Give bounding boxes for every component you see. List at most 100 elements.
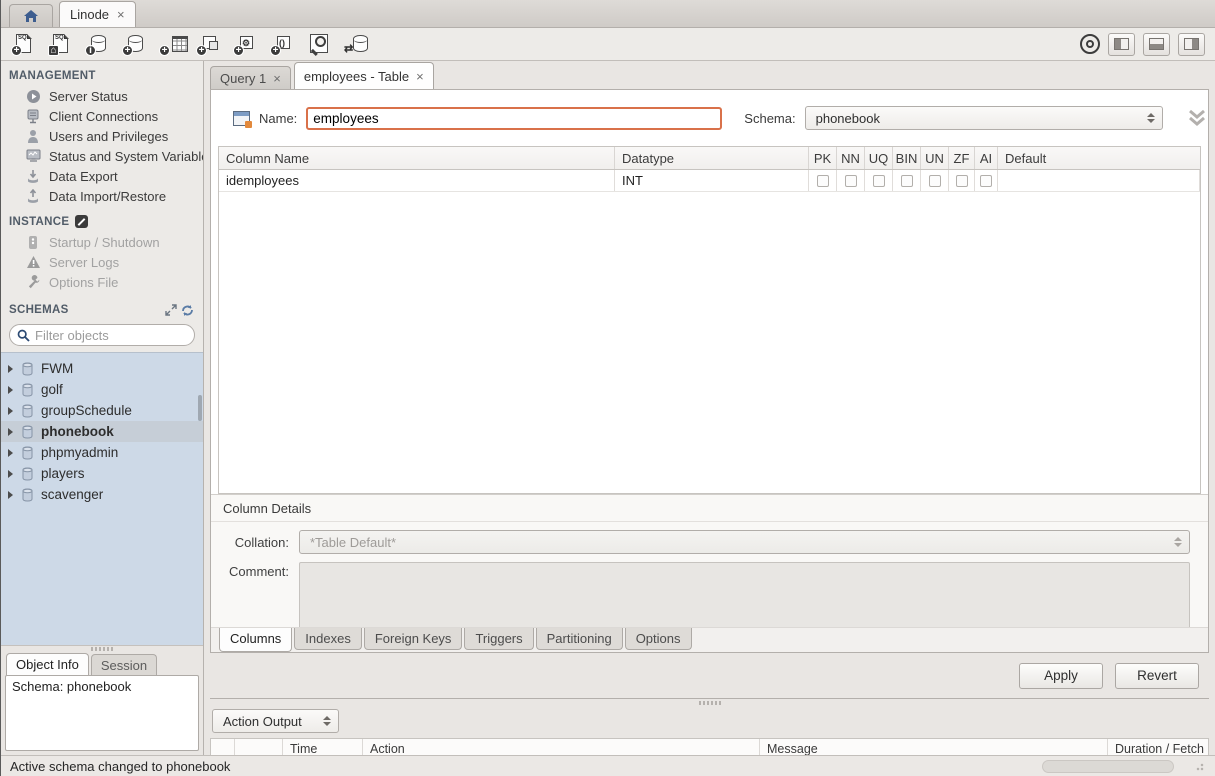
apply-button[interactable]: Apply: [1019, 663, 1103, 689]
close-icon[interactable]: ×: [273, 72, 281, 85]
tab-indexes[interactable]: Indexes: [294, 628, 362, 650]
ai-checkbox[interactable]: [980, 175, 992, 187]
toggle-right-panel-button[interactable]: [1178, 33, 1205, 56]
sidebar-item-system-variables[interactable]: Status and System Variables: [1, 146, 203, 166]
sidebar-item-startup-shutdown[interactable]: Startup / Shutdown: [1, 232, 203, 252]
toggle-bottom-panel-button[interactable]: [1143, 33, 1170, 56]
header-bin[interactable]: BIN: [893, 147, 921, 169]
header-default[interactable]: Default: [998, 147, 1200, 169]
new-sql-tab-icon[interactable]: SQL+: [11, 32, 36, 57]
collation-dropdown[interactable]: *Table Default*: [299, 530, 1190, 554]
refresh-schemas-icon[interactable]: [179, 302, 195, 318]
schema-list-scrollbar[interactable]: [198, 395, 202, 421]
sidebar-item-users-privileges[interactable]: Users and Privileges: [1, 126, 203, 146]
tab-query-1[interactable]: Query 1 ×: [210, 66, 291, 89]
cell-pk: [809, 170, 837, 191]
expander-icon[interactable]: [8, 407, 13, 415]
reconnect-dbms-icon[interactable]: ⇄: [344, 32, 369, 57]
revert-button[interactable]: Revert: [1115, 663, 1199, 689]
header-datatype[interactable]: Datatype: [615, 147, 809, 169]
tab-options[interactable]: Options: [625, 628, 692, 650]
schema-row-golf[interactable]: golf: [1, 379, 203, 400]
schema-icon: [19, 466, 35, 482]
expander-icon[interactable]: [8, 470, 13, 478]
create-function-icon[interactable]: ()+: [270, 32, 295, 57]
schema-label: Schema:: [744, 111, 795, 126]
grid-empty-area[interactable]: [219, 192, 1200, 493]
cell-default[interactable]: [998, 170, 1200, 191]
comment-textarea[interactable]: [299, 562, 1190, 632]
expander-icon[interactable]: [8, 386, 13, 394]
expander-icon[interactable]: [8, 428, 13, 436]
cell-column-name[interactable]: idemployees: [219, 170, 615, 191]
header-ai[interactable]: AI: [975, 147, 998, 169]
sidebar-item-data-import[interactable]: Data Import/Restore: [1, 186, 203, 206]
header-un[interactable]: UN: [921, 147, 949, 169]
action-output-panel: Action Output Time Action Message Durati…: [210, 698, 1209, 755]
name-label: Name:: [259, 111, 297, 126]
sidebar-item-server-logs[interactable]: Server Logs: [1, 252, 203, 272]
home-icon: [23, 9, 39, 23]
header-column-name[interactable]: Column Name: [219, 147, 615, 169]
inspect-database-icon[interactable]: i: [85, 32, 110, 57]
sidebar-item-client-connections[interactable]: Client Connections: [1, 106, 203, 126]
expander-icon[interactable]: [8, 491, 13, 499]
header-zf[interactable]: ZF: [949, 147, 975, 169]
create-table-icon[interactable]: +: [159, 32, 184, 57]
sidebar-item-options-file[interactable]: Options File: [1, 272, 203, 292]
schemas-section-header: SCHEMAS: [1, 292, 203, 321]
cell-un: [921, 170, 949, 191]
preferences-icon[interactable]: [1080, 34, 1100, 54]
schema-filter-input[interactable]: [35, 328, 211, 343]
panel-resize-handle[interactable]: [699, 701, 721, 705]
expand-schemas-icon[interactable]: [163, 302, 179, 318]
header-uq[interactable]: UQ: [865, 147, 893, 169]
search-data-icon[interactable]: [307, 32, 332, 57]
cell-datatype[interactable]: INT: [615, 170, 809, 191]
un-checkbox[interactable]: [929, 175, 941, 187]
chevron-double-down-icon[interactable]: [1186, 109, 1208, 127]
tab-session[interactable]: Session: [91, 654, 157, 675]
table-row[interactable]: idemployees INT: [219, 170, 1200, 192]
sidebar: MANAGEMENT Server Status Client Connecti…: [1, 61, 204, 755]
schema-row-groupschedule[interactable]: groupSchedule: [1, 400, 203, 421]
create-view-icon[interactable]: +: [196, 32, 221, 57]
open-sql-script-icon[interactable]: SQL⌂: [48, 32, 73, 57]
connection-tab[interactable]: Linode ×: [59, 1, 136, 27]
output-selector-dropdown[interactable]: Action Output: [212, 709, 339, 733]
bin-checkbox[interactable]: [901, 175, 913, 187]
pk-checkbox[interactable]: [817, 175, 829, 187]
schema-row-phpmyadmin[interactable]: phpmyadmin: [1, 442, 203, 463]
schema-row-scavenger[interactable]: scavenger: [1, 484, 203, 505]
create-procedure-icon[interactable]: ⚙+: [233, 32, 258, 57]
create-schema-icon[interactable]: +: [122, 32, 147, 57]
close-icon[interactable]: ×: [416, 70, 424, 83]
tab-object-info[interactable]: Object Info: [6, 653, 89, 675]
tab-partitioning[interactable]: Partitioning: [536, 628, 623, 650]
table-name-input[interactable]: [306, 107, 722, 130]
tab-triggers[interactable]: Triggers: [464, 628, 533, 650]
resize-grip-icon[interactable]: [1196, 761, 1206, 771]
home-tab[interactable]: [9, 4, 53, 27]
bottom-panel-icon: [1149, 38, 1164, 50]
expander-icon[interactable]: [8, 365, 13, 373]
toggle-left-panel-button[interactable]: [1108, 33, 1135, 56]
schema-dropdown[interactable]: phonebook: [805, 106, 1163, 130]
schema-row-players[interactable]: players: [1, 463, 203, 484]
header-nn[interactable]: NN: [837, 147, 865, 169]
schema-row-fwm[interactable]: FWM: [1, 358, 203, 379]
nn-checkbox[interactable]: [845, 175, 857, 187]
close-icon[interactable]: ×: [117, 8, 125, 21]
tab-foreign-keys[interactable]: Foreign Keys: [364, 628, 463, 650]
sidebar-item-data-export[interactable]: Data Export: [1, 166, 203, 186]
tab-employees-table[interactable]: employees - Table ×: [294, 62, 434, 89]
expander-icon[interactable]: [8, 449, 13, 457]
sidebar-item-server-status[interactable]: Server Status: [1, 86, 203, 106]
schema-icon: [19, 403, 35, 419]
schema-filter[interactable]: [9, 324, 195, 346]
zf-checkbox[interactable]: [956, 175, 968, 187]
uq-checkbox[interactable]: [873, 175, 885, 187]
schema-row-phonebook[interactable]: phonebook: [1, 421, 203, 442]
tab-columns[interactable]: Columns: [219, 628, 292, 652]
header-pk[interactable]: PK: [809, 147, 837, 169]
